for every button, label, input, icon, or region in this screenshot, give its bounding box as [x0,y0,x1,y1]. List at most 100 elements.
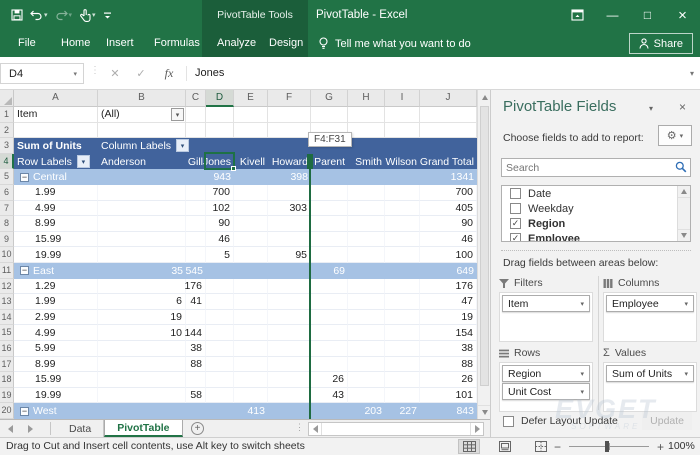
ribbon-tab-analyze[interactable]: Analyze [213,30,260,57]
cell-G3[interactable] [311,138,348,154]
cell-I9[interactable] [385,232,420,248]
cell-D20[interactable] [206,403,234,419]
cell-H10[interactable] [348,247,385,263]
cell-I6[interactable] [385,185,420,201]
tell-me-box[interactable]: Tell me what you want to do [318,30,471,57]
field-item-region[interactable]: ✓Region [502,216,690,231]
cell-E18[interactable] [234,372,268,388]
touch-mode-button[interactable]: ▾ [76,4,99,26]
cell-F6[interactable] [268,185,311,201]
cell-F2[interactable] [268,123,311,139]
cell-D13[interactable] [206,294,234,310]
cell-C15[interactable]: 144 [186,325,206,341]
cell-D11[interactable] [206,263,234,279]
cell-E8[interactable] [234,216,268,232]
cell-H19[interactable] [348,388,385,404]
cell-D17[interactable] [206,357,234,373]
close-button[interactable]: × [665,0,700,30]
cell-H15[interactable] [348,325,385,341]
cell-H6[interactable] [348,185,385,201]
cell-G4[interactable]: Parent [311,154,348,170]
field-checkbox[interactable] [510,188,521,199]
cell-A9[interactable]: 15.99 [14,232,98,248]
collapse-icon[interactable]: − [20,266,29,275]
cell-G15[interactable] [311,325,348,341]
ribbon-tab-insert[interactable]: Insert [102,30,138,57]
cell-E15[interactable] [234,325,268,341]
cell-D3[interactable] [206,138,234,154]
row-header-12[interactable]: 12 [0,279,14,295]
horizontal-scrollbar[interactable] [308,422,484,436]
column-header-F[interactable]: F [268,90,311,107]
cell-F4[interactable]: Howard [268,154,311,170]
column-header-J[interactable]: J [420,90,477,107]
cell-F1[interactable] [268,107,311,123]
cell-J19[interactable]: 101 [420,388,477,404]
field-item-weekday[interactable]: Weekday [502,201,690,216]
cell-I13[interactable] [385,294,420,310]
cell-A10[interactable]: 19.99 [14,247,98,263]
cell-J15[interactable]: 154 [420,325,477,341]
ribbon-tab-design[interactable]: Design [265,30,307,57]
cell-E13[interactable] [234,294,268,310]
cell-C5[interactable] [186,169,206,185]
cell-I4[interactable]: Wilson [385,154,420,170]
cell-H18[interactable] [348,372,385,388]
cell-G5[interactable] [311,169,348,185]
cell-C9[interactable] [186,232,206,248]
cell-H11[interactable] [348,263,385,279]
cell-E16[interactable] [234,341,268,357]
cell-C8[interactable] [186,216,206,232]
cell-G9[interactable] [311,232,348,248]
cell-A6[interactable]: 1.99 [14,185,98,201]
cell-A16[interactable]: 5.99 [14,341,98,357]
pane-options-button[interactable]: ▾ [649,104,653,113]
cell-I15[interactable] [385,325,420,341]
cell-D9[interactable]: 46 [206,232,234,248]
cancel-button[interactable]: ✕ [104,63,126,84]
cell-G6[interactable] [311,185,348,201]
cell-D12[interactable] [206,279,234,295]
cell-I18[interactable] [385,372,420,388]
cell-J20[interactable]: 843 [420,403,477,419]
scroll-left-button[interactable] [309,423,322,435]
cell-B13[interactable]: 6 [98,294,186,310]
cell-A20[interactable]: −West [14,403,98,419]
row-header-1[interactable]: 1 [0,107,14,123]
cell-G17[interactable] [311,357,348,373]
new-sheet-button[interactable]: + [183,420,213,437]
cell-I12[interactable] [385,279,420,295]
cell-J6[interactable]: 700 [420,185,477,201]
cell-B5[interactable] [98,169,186,185]
cell-E5[interactable] [234,169,268,185]
cell-F20[interactable] [268,403,311,419]
cell-B4[interactable]: Anderson [98,154,186,170]
cell-E17[interactable] [234,357,268,373]
field-checkbox[interactable] [510,203,521,214]
cell-I1[interactable] [385,107,420,123]
ribbon-tab-home[interactable]: Home [57,30,94,57]
enter-button[interactable]: ✓ [130,63,152,84]
page-layout-view-button[interactable] [494,439,516,454]
field-item-employee[interactable]: ✓Employee [502,231,690,242]
cell-J11[interactable]: 649 [420,263,477,279]
cell-F18[interactable] [268,372,311,388]
sheet-tab-data[interactable]: Data [57,420,104,437]
cell-A7[interactable]: 4.99 [14,201,98,217]
cell-A2[interactable] [14,123,98,139]
cell-A18[interactable]: 15.99 [14,372,98,388]
column-header-C[interactable]: C [186,90,206,107]
cell-J13[interactable]: 47 [420,294,477,310]
cell-C7[interactable] [186,201,206,217]
cell-J10[interactable]: 100 [420,247,477,263]
cell-A19[interactable]: 19.99 [14,388,98,404]
page-break-preview-button[interactable] [530,439,552,454]
row-header-19[interactable]: 19 [0,388,14,404]
cell-D15[interactable] [206,325,234,341]
cell-J14[interactable]: 19 [420,310,477,326]
cell-F8[interactable] [268,216,311,232]
cell-F14[interactable] [268,310,311,326]
formula-bar-expand-icon[interactable]: ▾ [690,69,694,78]
row-header-13[interactable]: 13 [0,294,14,310]
cell-A1[interactable]: Item [14,107,98,123]
